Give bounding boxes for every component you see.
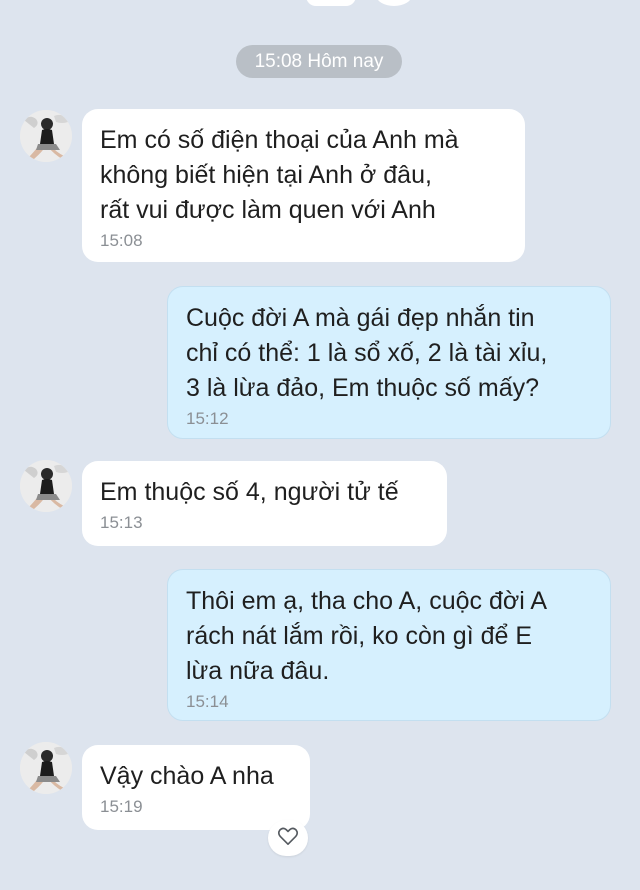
message-text: Thôi em ạ, tha cho A, cuộc đời A rách ná… [186, 587, 548, 685]
message-bubble[interactable]: Cuộc đời A mà gái đẹp nhắn tin chỉ có th… [167, 286, 611, 439]
message-bubble[interactable]: Thôi em ạ, tha cho A, cuộc đời A rách ná… [167, 569, 611, 721]
message-time: 15:19 [100, 797, 143, 816]
message-time: 15:08 [100, 231, 143, 250]
message-text: Em thuộc số 4, người tử tế [100, 478, 399, 506]
message-time: 15:13 [100, 513, 143, 532]
react-button[interactable] [268, 820, 308, 856]
message-time: 15:14 [186, 692, 229, 711]
message-time: 15:12 [186, 409, 229, 428]
message-text: Cuộc đời A mà gái đẹp nhắn tin chỉ có th… [186, 304, 548, 402]
contact-avatar[interactable] [20, 110, 72, 162]
message-bubble[interactable]: Vậy chào A nha 15:19 [82, 745, 310, 830]
date-separator: 15:08 Hôm nay [236, 45, 402, 78]
message-bubble[interactable]: Em thuộc số 4, người tử tế 15:13 [82, 461, 447, 546]
message-bubble[interactable]: Em có số điện thoại của Anh mà không biế… [82, 109, 525, 262]
heart-outline-icon [277, 826, 299, 851]
contact-avatar[interactable] [20, 742, 72, 794]
contact-avatar[interactable] [20, 460, 72, 512]
message-text: Em có số điện thoại của Anh mà không biế… [100, 126, 459, 224]
previous-message-stub [306, 0, 356, 6]
previous-reaction-stub [376, 0, 412, 6]
message-text: Vậy chào A nha [100, 762, 274, 790]
